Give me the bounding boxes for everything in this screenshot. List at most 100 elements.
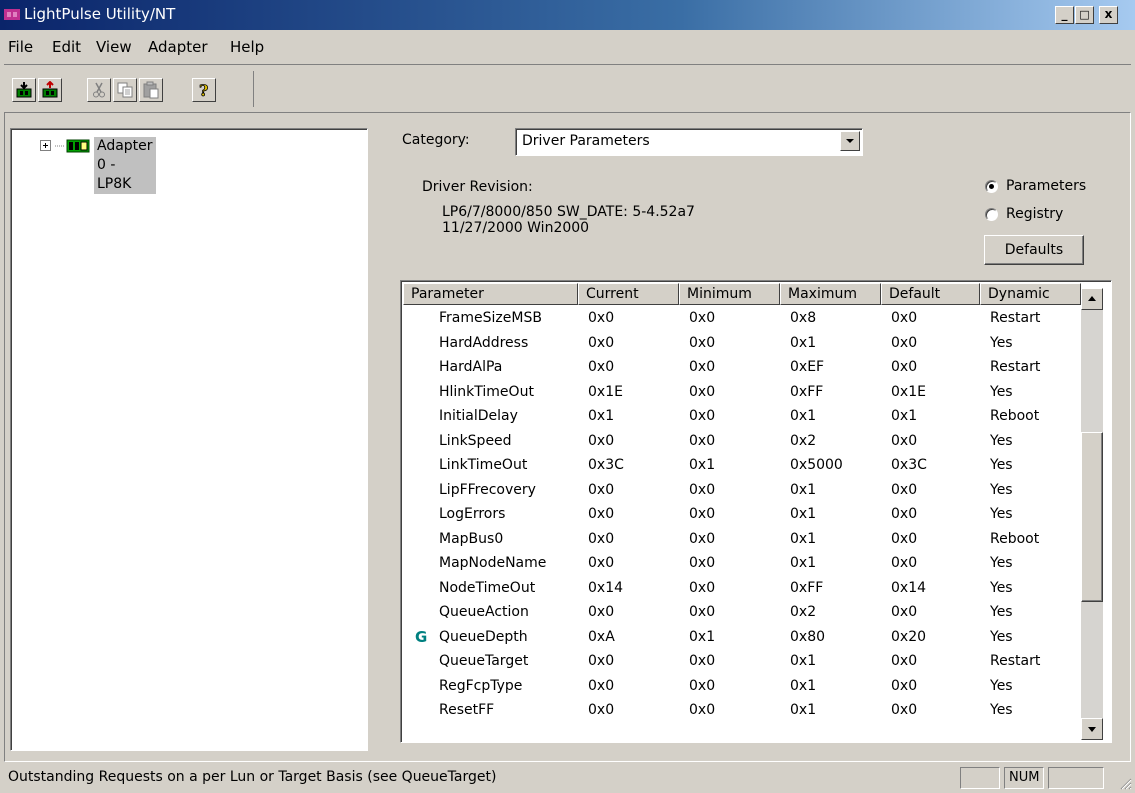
table-row[interactable]: HardAddress 0x0 0x0 0x1 0x0 Yes <box>403 332 1077 356</box>
scroll-thumb[interactable] <box>1081 432 1103 602</box>
table-cell: Yes <box>990 579 1013 596</box>
vertical-scrollbar[interactable] <box>1081 288 1103 740</box>
arrow-up-icon <box>1088 296 1096 301</box>
table-row[interactable]: QueueTarget 0x0 0x0 0x1 0x0 Restart <box>403 650 1077 674</box>
defaults-button[interactable]: Defaults <box>984 235 1084 265</box>
registry-radio-label[interactable]: Registry <box>1006 206 1063 222</box>
adapter-tree[interactable] <box>10 128 368 751</box>
table-cell: 0x1E <box>588 383 623 400</box>
table-row[interactable]: FrameSizeMSB 0x0 0x0 0x8 0x0 Restart <box>403 307 1077 331</box>
chevron-down-icon[interactable] <box>840 131 860 151</box>
column-header[interactable]: Default <box>881 283 980 305</box>
help-button[interactable]: ? <box>192 78 216 102</box>
table-cell: Reboot <box>990 408 1040 424</box>
clipboard-icon <box>143 81 159 99</box>
table-row[interactable]: InitialDelay 0x1 0x0 0x1 0x1 Reboot <box>403 405 1077 429</box>
category-label: Category: <box>402 132 470 148</box>
status-panel-num: NUM <box>1004 767 1044 789</box>
table-row[interactable]: RegFcpType 0x0 0x0 0x1 0x0 Yes <box>403 675 1077 699</box>
table-row[interactable]: MapNodeName 0x0 0x0 0x1 0x0 Yes <box>403 552 1077 576</box>
table-cell: 0xA <box>588 628 615 645</box>
table-cell: 0x3C <box>588 457 624 473</box>
table-cell: 0x0 <box>588 359 615 375</box>
table-cell: InitialDelay <box>439 408 518 424</box>
radio-selected-icon[interactable] <box>985 180 998 193</box>
table-cell: Reboot <box>990 530 1040 547</box>
table-cell: 0x0 <box>891 506 918 522</box>
column-header[interactable]: Minimum <box>679 283 780 305</box>
resize-grip-icon[interactable] <box>1118 776 1132 790</box>
table-cell: 0x0 <box>689 555 716 571</box>
status-panel-caps <box>960 767 1000 789</box>
table-row[interactable]: ResetFF 0x0 0x0 0x1 0x0 Yes <box>403 699 1077 723</box>
scroll-up-button[interactable] <box>1081 288 1103 310</box>
table-cell: Yes <box>990 457 1013 473</box>
table-cell: 0x0 <box>588 432 615 449</box>
list-header: Parameter Current Minimum Maximum Default Dyn… <box>403 283 1091 305</box>
table-row[interactable]: LogErrors 0x0 0x0 0x1 0x0 Yes <box>403 503 1077 527</box>
table-cell: QueueDepth <box>439 628 528 645</box>
scroll-down-button[interactable] <box>1081 718 1103 740</box>
table-cell: 0x0 <box>891 481 918 498</box>
table-cell: Yes <box>990 334 1013 351</box>
maximize-button[interactable]: □ <box>1075 6 1094 24</box>
menu-edit[interactable]: Edit <box>52 38 81 56</box>
menu-view[interactable]: View <box>96 38 132 56</box>
remove-adapter-button[interactable] <box>38 78 62 102</box>
copy-button[interactable] <box>113 78 137 102</box>
close-button[interactable]: x <box>1099 6 1118 24</box>
table-row[interactable]: QueueAction 0x0 0x0 0x2 0x0 Yes <box>403 601 1077 625</box>
minimize-button[interactable]: _ <box>1055 6 1074 24</box>
cut-button[interactable] <box>87 78 111 102</box>
menu-adapter[interactable]: Adapter <box>148 38 208 56</box>
table-cell: 0x0 <box>689 579 716 596</box>
table-cell: Yes <box>990 604 1013 620</box>
table-cell: 0x1 <box>588 408 615 424</box>
table-row[interactable]: HlinkTimeOut 0x1E 0x0 0xFF 0x1E Yes <box>403 381 1077 405</box>
column-header[interactable]: Maximum <box>780 283 881 305</box>
adapter-in-icon <box>16 82 32 98</box>
arrow-down-icon <box>1088 727 1096 732</box>
column-header[interactable]: Parameter <box>403 283 578 305</box>
svg-text:?: ? <box>199 81 208 99</box>
table-row[interactable]: MapBus0 0x0 0x0 0x1 0x0 Reboot <box>403 528 1077 552</box>
add-adapter-button[interactable] <box>12 78 36 102</box>
table-cell: Yes <box>990 628 1013 645</box>
table-cell: 0x14 <box>588 579 624 596</box>
parameter-list[interactable]: Parameter Current Minimum Maximum Default Dyn… <box>400 280 1112 743</box>
table-cell: QueueAction <box>439 604 529 620</box>
menu-file[interactable]: File <box>8 38 33 56</box>
tree-item-label[interactable]: Adapter 0 - LP8K <box>94 137 156 194</box>
paste-button[interactable] <box>139 78 163 102</box>
table-cell: 0x0 <box>689 408 716 424</box>
column-header[interactable]: Current <box>578 283 679 305</box>
table-row[interactable]: HardAlPa 0x0 0x0 0xEF 0x0 Restart <box>403 356 1077 380</box>
table-row[interactable]: LipFFrecovery 0x0 0x0 0x1 0x0 Yes <box>403 479 1077 503</box>
table-cell: 0x5000 <box>790 457 843 473</box>
table-cell: 0x0 <box>689 481 716 498</box>
table-cell: 0x0 <box>588 653 615 669</box>
table-cell: LipFFrecovery <box>439 481 536 498</box>
table-cell: 0x2 <box>790 604 817 620</box>
table-row[interactable]: LinkTimeOut 0x3C 0x1 0x5000 0x3C Yes <box>403 454 1077 478</box>
table-cell: 0x0 <box>588 310 615 326</box>
table-cell: MapBus0 <box>439 530 504 547</box>
category-select[interactable]: Driver Parameters <box>515 128 863 156</box>
table-cell: Restart <box>990 310 1041 326</box>
expand-icon[interactable] <box>40 140 51 151</box>
table-cell: 0x1 <box>790 506 817 522</box>
category-value: Driver Parameters <box>522 133 650 149</box>
menu-help[interactable]: Help <box>230 38 264 56</box>
column-header[interactable]: Dynamic <box>980 283 1081 305</box>
table-cell: 0x0 <box>689 310 716 326</box>
parameters-radio-label[interactable]: Parameters <box>1006 178 1086 194</box>
table-cell: LogErrors <box>439 506 506 522</box>
table-cell: 0x0 <box>588 604 615 620</box>
radio-unselected-icon[interactable] <box>985 208 998 221</box>
table-row[interactable]: G QueueDepth 0xA 0x1 0x80 0x20 Yes <box>403 626 1077 650</box>
table-cell: 0x1 <box>790 677 817 694</box>
table-cell: Yes <box>990 506 1013 522</box>
table-row[interactable]: LinkSpeed 0x0 0x0 0x2 0x0 Yes <box>403 430 1077 454</box>
table-cell: 0x1 <box>790 555 817 571</box>
table-row[interactable]: NodeTimeOut 0x14 0x0 0xFF 0x14 Yes <box>403 577 1077 601</box>
